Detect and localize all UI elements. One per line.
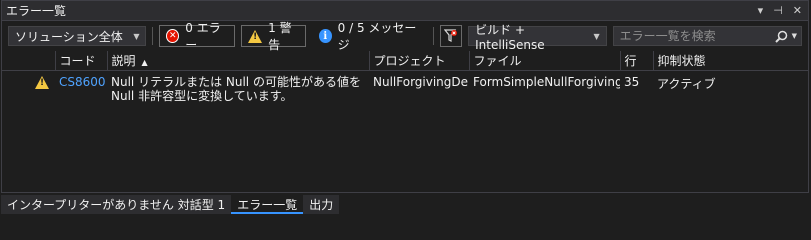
messages-filter-label: 0 / 5 メッセージ: [337, 21, 417, 52]
column-header-description-label: 説明: [111, 54, 136, 68]
scope-dropdown-label: ソリューション全体: [15, 29, 123, 44]
error-table: コード 説明 ▲ プロジェクト ファイル 行 抑制状態 CS8600 Null リ…: [2, 51, 808, 103]
chevron-down-icon: ▼: [593, 31, 600, 41]
clear-filter-button[interactable]: [440, 25, 463, 47]
info-icon: i: [318, 29, 332, 43]
window-title: エラー一覧: [6, 4, 67, 18]
filter-clear-icon: [444, 29, 458, 42]
row-code[interactable]: CS8600: [55, 71, 107, 104]
close-icon[interactable]: ✕: [793, 4, 802, 17]
row-file: FormSimpleNullForgiving.cs: [473, 75, 620, 89]
search-input[interactable]: [619, 29, 775, 43]
toolbar: ソリューション全体 ▼ ✕ 0 エラー 1 警告 i 0 / 5 メッセージ ビ…: [2, 21, 808, 52]
build-source-dropdown[interactable]: ビルド + IntelliSense ▼: [468, 23, 607, 52]
separator: [152, 27, 154, 45]
separator: [433, 27, 434, 45]
messages-filter-button[interactable]: i 0 / 5 メッセージ: [312, 21, 427, 52]
tab-interactive[interactable]: インタープリターがありません 対話型 1: [1, 195, 232, 214]
errors-filter-label: 0 エラー: [185, 21, 221, 52]
tab-output[interactable]: 出力: [303, 195, 340, 214]
search-box[interactable]: ▼: [612, 26, 803, 46]
title-bar: エラー一覧 ▾ ⊣ ✕: [2, 1, 808, 21]
row-line: 35: [624, 75, 640, 89]
search-options-icon[interactable]: ▼: [792, 32, 797, 40]
column-header-file[interactable]: ファイル: [469, 51, 621, 71]
bottom-tab-strip: インタープリターがありません 対話型 1 エラー一覧 出力: [1, 195, 340, 214]
scope-dropdown[interactable]: ソリューション全体 ▼: [8, 26, 147, 46]
warning-icon: [35, 76, 49, 89]
error-list-panel: エラー一覧 ▾ ⊣ ✕ ソリューション全体 ▼ ✕ 0 エラー 1 警告 i 0…: [1, 0, 809, 193]
chevron-down-icon: ▼: [133, 31, 140, 41]
warnings-filter-label: 1 警告: [268, 21, 292, 52]
column-header-line[interactable]: 行: [620, 51, 654, 71]
warnings-filter-button[interactable]: 1 警告: [241, 21, 306, 52]
table-row[interactable]: CS8600 Null リテラルまたは Null の可能性がある値を Null …: [2, 71, 808, 104]
column-header-description[interactable]: 説明 ▲: [107, 51, 370, 71]
tab-error-list[interactable]: エラー一覧: [231, 195, 304, 214]
row-suppression: アクティブ: [657, 77, 716, 91]
row-project: NullForgivingDe...: [373, 75, 469, 89]
sort-ascending-icon: ▲: [141, 58, 148, 67]
pin-icon[interactable]: ⊣: [773, 4, 783, 17]
column-header-project[interactable]: プロジェクト: [369, 51, 470, 71]
errors-filter-button[interactable]: ✕ 0 エラー: [159, 21, 236, 52]
error-icon: ✕: [166, 29, 180, 43]
search-icon[interactable]: [774, 30, 788, 43]
row-description: Null リテラルまたは Null の可能性がある値を Null 非許容型に変換…: [111, 75, 361, 103]
warning-icon: [248, 29, 263, 43]
table-header-row: コード 説明 ▲ プロジェクト ファイル 行 抑制状態: [2, 51, 808, 71]
column-header-suppression[interactable]: 抑制状態: [653, 51, 808, 71]
build-source-label: ビルド + IntelliSense: [475, 22, 545, 52]
severity-column-header[interactable]: [2, 51, 56, 71]
window-menu-icon[interactable]: ▾: [758, 4, 764, 17]
column-header-code[interactable]: コード: [55, 51, 108, 71]
